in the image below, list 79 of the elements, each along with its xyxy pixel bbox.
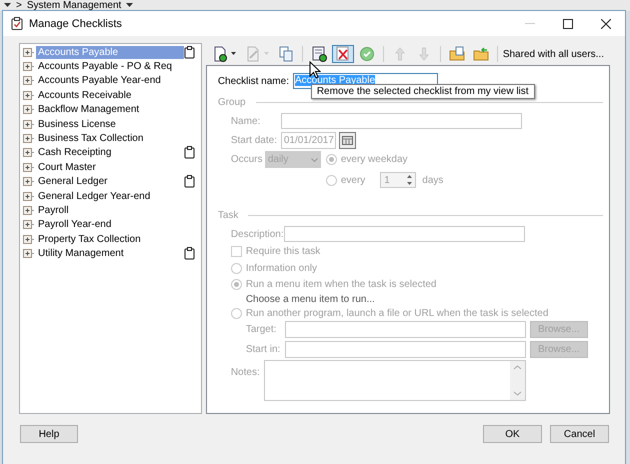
calendar-button[interactable] bbox=[338, 132, 356, 149]
ok-button[interactable]: OK bbox=[483, 425, 542, 443]
unit-label: days bbox=[422, 174, 444, 186]
caret-icon bbox=[230, 52, 237, 56]
expand-icon[interactable] bbox=[23, 192, 34, 201]
expand-icon[interactable] bbox=[23, 148, 34, 158]
field-label: Start in: bbox=[246, 344, 282, 355]
expand-icon[interactable] bbox=[23, 48, 34, 57]
caret-icon bbox=[126, 3, 134, 8]
window-title: Manage Checklists bbox=[29, 18, 123, 30]
expand-icon[interactable] bbox=[23, 206, 34, 215]
expand-icon[interactable] bbox=[23, 162, 34, 172]
scrollbar bbox=[510, 361, 525, 400]
description-field[interactable] bbox=[284, 226, 525, 242]
section-title: Group bbox=[218, 96, 246, 108]
checklist-item[interactable]: Payroll bbox=[36, 204, 195, 217]
path-field[interactable] bbox=[284, 321, 526, 338]
help-button[interactable]: Help bbox=[20, 425, 78, 443]
cancel-button[interactable]: Cancel bbox=[550, 425, 609, 443]
checklist-item[interactable]: Business Tax Collection bbox=[36, 132, 195, 146]
spin-arrows-icon bbox=[406, 174, 414, 186]
checklist-item[interactable]: Accounts Payable - PO & Req bbox=[36, 60, 195, 74]
checklist-item[interactable]: Accounts Receivable bbox=[36, 88, 195, 102]
caret-icon bbox=[4, 3, 11, 8]
expand-icon[interactable] bbox=[23, 105, 34, 114]
remove-icon bbox=[334, 46, 351, 62]
checklist-item[interactable]: Court Master bbox=[36, 160, 195, 174]
checklist-item[interactable]: Accounts Payable Year-end bbox=[36, 74, 195, 88]
section-title: Task bbox=[218, 210, 238, 220]
add-item-icon bbox=[310, 46, 327, 62]
notes-field[interactable] bbox=[264, 360, 526, 401]
breadcrumb-separator: > bbox=[16, 0, 22, 11]
shared-users-link[interactable]: Shared with all users... bbox=[502, 48, 604, 60]
checklist-item[interactable]: Payroll Year-end bbox=[36, 218, 195, 232]
check-circle-icon bbox=[358, 46, 375, 62]
menu-title[interactable]: System Management bbox=[26, 0, 122, 11]
close-icon[interactable] bbox=[601, 18, 611, 28]
field-label: Target: bbox=[246, 324, 278, 335]
maximize-icon[interactable] bbox=[563, 18, 573, 28]
edit-document-icon bbox=[244, 46, 261, 62]
path-field[interactable] bbox=[284, 341, 526, 358]
radio-label: every bbox=[340, 174, 366, 186]
radio-label: Run a menu item when the task is selected bbox=[246, 278, 436, 290]
expand-icon[interactable] bbox=[23, 134, 34, 144]
expand-icon[interactable] bbox=[23, 120, 34, 129]
field-label: Name: bbox=[230, 116, 262, 126]
checklist-item[interactable]: Business License bbox=[36, 118, 195, 131]
radio-label: every weekday bbox=[340, 154, 408, 165]
field-label: Notes: bbox=[230, 367, 261, 378]
radio-label: Run another program, launch a file or URL when the task is selected bbox=[246, 308, 548, 318]
expand-icon[interactable] bbox=[23, 177, 34, 186]
checklist-item[interactable]: General Ledger Year-end bbox=[36, 190, 195, 203]
folder-import-icon bbox=[472, 46, 489, 62]
new-document-icon bbox=[212, 46, 228, 62]
copy-icon bbox=[278, 46, 294, 62]
checklist-item[interactable]: Backflow Management bbox=[36, 103, 195, 116]
folder-export-icon bbox=[448, 46, 465, 62]
tooltip: Remove the selected checklist from my view list bbox=[310, 84, 535, 99]
field-label: Description: bbox=[230, 228, 284, 240]
chevron-icon bbox=[310, 158, 318, 162]
expand-icon[interactable] bbox=[23, 90, 34, 100]
checklist-item[interactable]: Property Tax Collection bbox=[36, 232, 195, 246]
expand-icon[interactable] bbox=[23, 220, 34, 230]
checklist-item[interactable]: Cash Receipting bbox=[36, 146, 184, 160]
calendar-icon bbox=[342, 136, 353, 145]
checklist-item[interactable]: Utility Management bbox=[36, 247, 184, 260]
field-label: Checklist name: bbox=[218, 76, 289, 86]
expand-icon[interactable] bbox=[23, 234, 34, 244]
name-field[interactable] bbox=[280, 113, 522, 129]
radio-label: Information only bbox=[246, 262, 317, 274]
expand-icon[interactable] bbox=[23, 62, 34, 72]
field-label: Occurs bbox=[230, 154, 264, 165]
checkbox-label: Require this task bbox=[246, 246, 320, 256]
checklist-icon bbox=[11, 17, 23, 30]
caret-icon bbox=[262, 52, 270, 56]
checklist-item[interactable]: General Ledger bbox=[36, 175, 184, 188]
field-label: Start date: bbox=[230, 135, 278, 146]
expand-icon[interactable] bbox=[23, 76, 34, 86]
expand-icon[interactable] bbox=[23, 249, 34, 258]
